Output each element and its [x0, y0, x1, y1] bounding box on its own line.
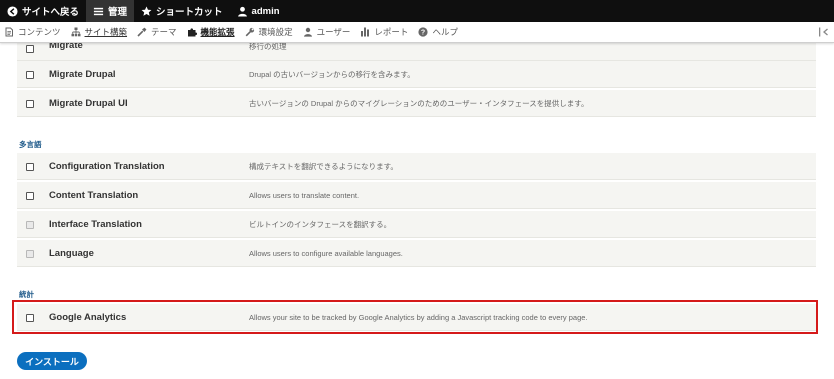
tray-item-extend[interactable]: 機能拡張	[183, 22, 241, 42]
module-checkbox[interactable]	[26, 70, 34, 79]
shortcuts-tab[interactable]: ショートカット	[134, 0, 230, 22]
manage-label: 管理	[108, 7, 128, 18]
menu-icon	[93, 7, 104, 15]
help-icon: ?	[418, 27, 429, 37]
extend-icon	[187, 28, 197, 37]
module-description: 古いバージョンの Drupal からのマイグレーションのためのユーザー・インタフ…	[249, 98, 589, 108]
people-icon	[303, 27, 312, 37]
tray-item-label: 機能拡張	[200, 27, 235, 37]
tray-item-label: 環境設定	[258, 27, 293, 37]
tray-item-label: レポート	[374, 27, 409, 37]
admin-menu-tray: コンテンツ サイト構築 テーマ 機能拡張 環境設定 ユーザー レポート ? ヘル…	[0, 22, 834, 43]
tray-item-label: ヘルプ	[432, 27, 458, 37]
module-checkbox-disabled	[26, 220, 34, 229]
section-heading-multilingual: 多言語	[19, 140, 42, 149]
tray-item-label: コンテンツ	[18, 27, 61, 37]
tray-item-label: テーマ	[151, 27, 177, 37]
tray-item-content[interactable]: コンテンツ	[0, 22, 67, 42]
module-row-language: Language Allows users to configure avail…	[17, 240, 816, 267]
module-row-content-translation: Content Translation Allows users to tran…	[17, 182, 816, 209]
module-description: Drupal の古いバージョンからの移行を含みます。	[249, 69, 415, 79]
admin-toolbar: サイトへ戻る 管理 ショートカット admin	[0, 0, 834, 22]
module-checkbox[interactable]	[26, 99, 34, 108]
back-to-site-label: サイトへ戻る	[22, 7, 80, 18]
content-icon	[5, 27, 13, 37]
module-name: Language	[49, 247, 94, 259]
star-icon	[141, 6, 152, 16]
tray-orientation-toggle-icon[interactable]	[818, 26, 830, 38]
module-name: Migrate Drupal	[49, 68, 116, 80]
section-heading-statistics: 統計	[19, 290, 34, 299]
module-row-migrate-drupal: Migrate Drupal Drupal の古いバージョンからの移行を含みます…	[17, 61, 816, 88]
user-tab[interactable]: admin	[230, 0, 287, 22]
structure-icon	[71, 27, 81, 37]
module-description: Allows users to translate content.	[249, 190, 360, 200]
user-icon	[237, 6, 247, 16]
back-to-site-button[interactable]: サイトへ戻る	[0, 0, 86, 22]
appearance-icon	[137, 27, 147, 37]
svg-text:?: ?	[421, 30, 425, 37]
user-label: admin	[251, 5, 280, 17]
module-checkbox[interactable]	[26, 162, 34, 171]
tray-item-label: ユーザー	[316, 27, 351, 37]
module-description: Allows users to configure available lang…	[249, 248, 403, 258]
highlight-box	[12, 300, 818, 334]
tray-item-structure[interactable]: サイト構築	[67, 22, 134, 42]
reports-icon	[361, 27, 370, 37]
module-description: ビルトインのインタフェースを翻訳する。	[249, 219, 392, 229]
module-name: Configuration Translation	[49, 160, 165, 172]
module-checkbox[interactable]	[26, 191, 34, 200]
tray-item-config[interactable]: 環境設定	[241, 22, 299, 42]
install-button[interactable]: インストール	[17, 352, 87, 370]
module-checkbox-disabled	[26, 249, 34, 258]
module-name: Migrate Drupal UI	[49, 97, 128, 109]
tray-item-label: サイト構築	[84, 27, 128, 37]
module-name: Interface Translation	[49, 218, 142, 230]
tray-item-help[interactable]: ? ヘルプ	[414, 22, 464, 42]
shortcuts-label: ショートカット	[156, 7, 223, 18]
module-row-config-translation: Configuration Translation 構成テキストを翻訳できるよう…	[17, 153, 816, 180]
arrow-left-circle-icon	[7, 5, 18, 17]
module-checkbox[interactable]	[26, 44, 34, 53]
tray-item-reports[interactable]: レポート	[356, 22, 414, 42]
module-row-interface-translation: Interface Translation ビルトインのインタフェースを翻訳する…	[17, 211, 816, 238]
module-name: Content Translation	[49, 189, 139, 201]
manage-tab[interactable]: 管理	[86, 0, 135, 22]
module-description: 構成テキストを翻訳できるようになります。	[249, 161, 398, 171]
config-icon	[245, 27, 254, 37]
tray-item-appearance[interactable]: テーマ	[133, 22, 183, 42]
tray-item-people[interactable]: ユーザー	[299, 22, 357, 42]
module-row-migrate-drupal-ui: Migrate Drupal UI 古いバージョンの Drupal からのマイグ…	[17, 90, 816, 117]
